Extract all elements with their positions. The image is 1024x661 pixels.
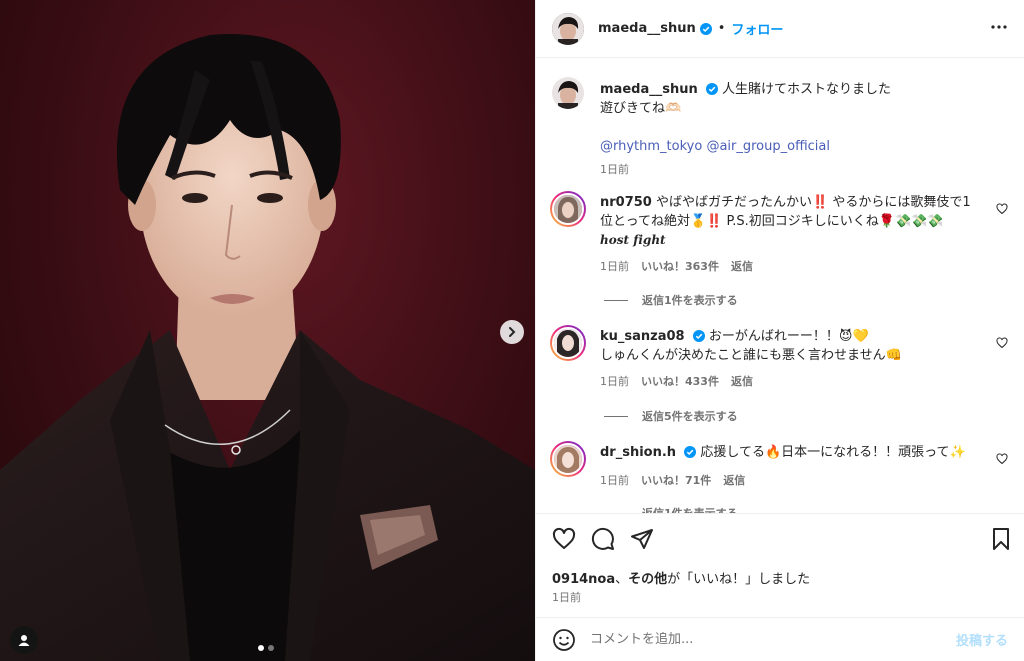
caption-line-1: 人生賭けてホストなりました (722, 82, 892, 97)
commenter-avatar[interactable] (550, 441, 586, 477)
bookmark-icon[interactable] (989, 527, 1013, 551)
avatar-image (552, 77, 584, 109)
comments-section[interactable]: maeda__shun 人生賭けてホストなりました 遊びきてね🫶🏻 @rhyth… (536, 59, 1024, 513)
heart-icon[interactable] (996, 203, 1008, 215)
comment-body-extra: しゅんくんが決めたこと誰にも悪く言わせません👊 (600, 348, 902, 363)
liked-by-suffix: 、 (615, 572, 629, 587)
comment-text: nr0750 やばやばガチだったんかい‼️ やるからには歌舞伎で1位とってね絶対… (600, 193, 980, 250)
comment-username[interactable]: nr0750 (600, 195, 652, 210)
comment-item: dr_shion.h 応援してる🔥日本一になれる！！頑張って✨ 1日前 いいね！… (550, 441, 1008, 503)
comment-meta: 1日前 いいね！433件 返信 (600, 373, 753, 389)
comment-icon[interactable] (591, 527, 615, 551)
author-username[interactable]: maeda__shun (598, 21, 696, 36)
view-replies-label: 返信5件を表示する (642, 410, 738, 423)
post-media[interactable] (0, 0, 535, 661)
carousel-indicator (258, 645, 274, 651)
author-avatar[interactable] (552, 12, 584, 45)
avatar-image (552, 12, 584, 45)
comment-username[interactable]: dr_shion.h (600, 445, 676, 460)
more-icon[interactable] (990, 18, 1008, 36)
view-replies-label: 返信1件を表示する (642, 294, 738, 307)
view-replies-label: 返信1件を表示する (642, 505, 738, 513)
post-actions: 0914noa、その他が「いいね！」しました 1日前 (536, 513, 1024, 617)
share-icon[interactable] (630, 527, 654, 551)
liked-by-others[interactable]: その他 (628, 572, 667, 587)
comment-body-extra: 𝒉𝒐𝒔𝒕 𝒇𝒊𝒈𝒉𝒕 (600, 233, 666, 247)
user-tag-button[interactable] (10, 626, 38, 654)
view-replies-button[interactable]: 返信1件を表示する (604, 505, 738, 513)
post-details-panel: maeda__shun • フォロー maeda__shun 人生賭けてホストな… (535, 0, 1024, 661)
liked-by: 0914noa、その他が「いいね！」しました (552, 568, 810, 587)
comment-meta: 1日前 いいね！71件 返信 (600, 472, 745, 488)
carousel-dot (268, 645, 274, 651)
next-image-button[interactable] (500, 320, 524, 344)
commenter-avatar[interactable] (550, 325, 586, 361)
verified-icon (684, 446, 697, 458)
comment-body: やばやばガチだったんかい‼️ やるからには歌舞伎で1位とってね絶対🥇‼️ P.S… (600, 195, 971, 229)
comment-likes[interactable]: いいね！363件 (641, 258, 719, 274)
view-replies-button[interactable]: 返信5件を表示する (604, 408, 738, 424)
avatar-image (554, 195, 582, 223)
replies-divider (604, 299, 628, 301)
reply-button[interactable]: 返信 (731, 258, 753, 274)
comment-input[interactable] (590, 632, 956, 647)
comment-composer: 投稿する (536, 617, 1024, 661)
commenter-avatar[interactable] (550, 191, 586, 227)
emoji-icon[interactable] (552, 628, 576, 652)
separator: • (717, 21, 726, 36)
mention-link[interactable]: @air_group_official (706, 139, 830, 154)
caption-time: 1日前 (600, 163, 629, 176)
comment-time: 1日前 (600, 260, 629, 273)
verified-icon (699, 22, 712, 35)
liked-by-tail: が「いいね！」しました (667, 572, 811, 587)
post-date: 1日前 (552, 591, 581, 604)
verified-icon (692, 330, 705, 342)
view-replies-button[interactable]: 返信1件を表示する (604, 292, 738, 308)
post-header: maeda__shun • フォロー (536, 0, 1024, 58)
avatar-image (554, 329, 582, 357)
comment-likes[interactable]: いいね！71件 (641, 472, 711, 488)
chevron-right-icon (509, 327, 516, 337)
liked-by-user[interactable]: 0914noa (552, 572, 615, 587)
caption-username[interactable]: maeda__shun (600, 82, 698, 97)
heart-icon[interactable] (996, 453, 1008, 465)
heart-icon[interactable] (552, 527, 576, 551)
caption-line-2: 遊びきてね🫶🏻 (600, 101, 682, 116)
replies-divider (604, 415, 628, 417)
carousel-dot-active (258, 645, 264, 651)
follow-button[interactable]: フォロー (731, 19, 783, 38)
verified-icon (705, 83, 718, 95)
mention-link[interactable]: @rhythm_tokyo (600, 139, 702, 154)
comment-time: 1日前 (600, 375, 629, 388)
comment-text: dr_shion.h 応援してる🔥日本一になれる！！頑張って✨ (600, 443, 980, 462)
comment-item: ku_sanza08 おーがんばれーー！！😈💛 しゅんくんが決めたこと誰にも悪く… (550, 325, 1008, 397)
user-tag-icon (18, 635, 30, 646)
comment-likes[interactable]: いいね！433件 (641, 373, 719, 389)
reply-button[interactable]: 返信 (731, 373, 753, 389)
caption-text: maeda__shun 人生賭けてホストなりました 遊びきてね🫶🏻 @rhyth… (600, 80, 980, 179)
comment-time: 1日前 (600, 474, 629, 487)
reply-button[interactable]: 返信 (723, 472, 745, 488)
comment-item: nr0750 やばやばガチだったんかい‼️ やるからには歌舞伎で1位とってね絶対… (550, 191, 1008, 283)
heart-icon[interactable] (996, 337, 1008, 349)
comment-username[interactable]: ku_sanza08 (600, 329, 685, 344)
post-comment-button[interactable]: 投稿する (956, 630, 1008, 649)
comment-body: 応援してる🔥日本一になれる！！頑張って✨ (700, 445, 966, 460)
comment-body: おーがんばれーー！！😈💛 (708, 329, 869, 344)
comment-meta: 1日前 いいね！363件 返信 (600, 258, 753, 274)
comment-text: ku_sanza08 おーがんばれーー！！😈💛 しゅんくんが決めたこと誰にも悪く… (600, 327, 980, 365)
avatar-image (554, 445, 582, 473)
portrait-photo (0, 34, 535, 661)
caption-avatar[interactable] (552, 77, 584, 109)
